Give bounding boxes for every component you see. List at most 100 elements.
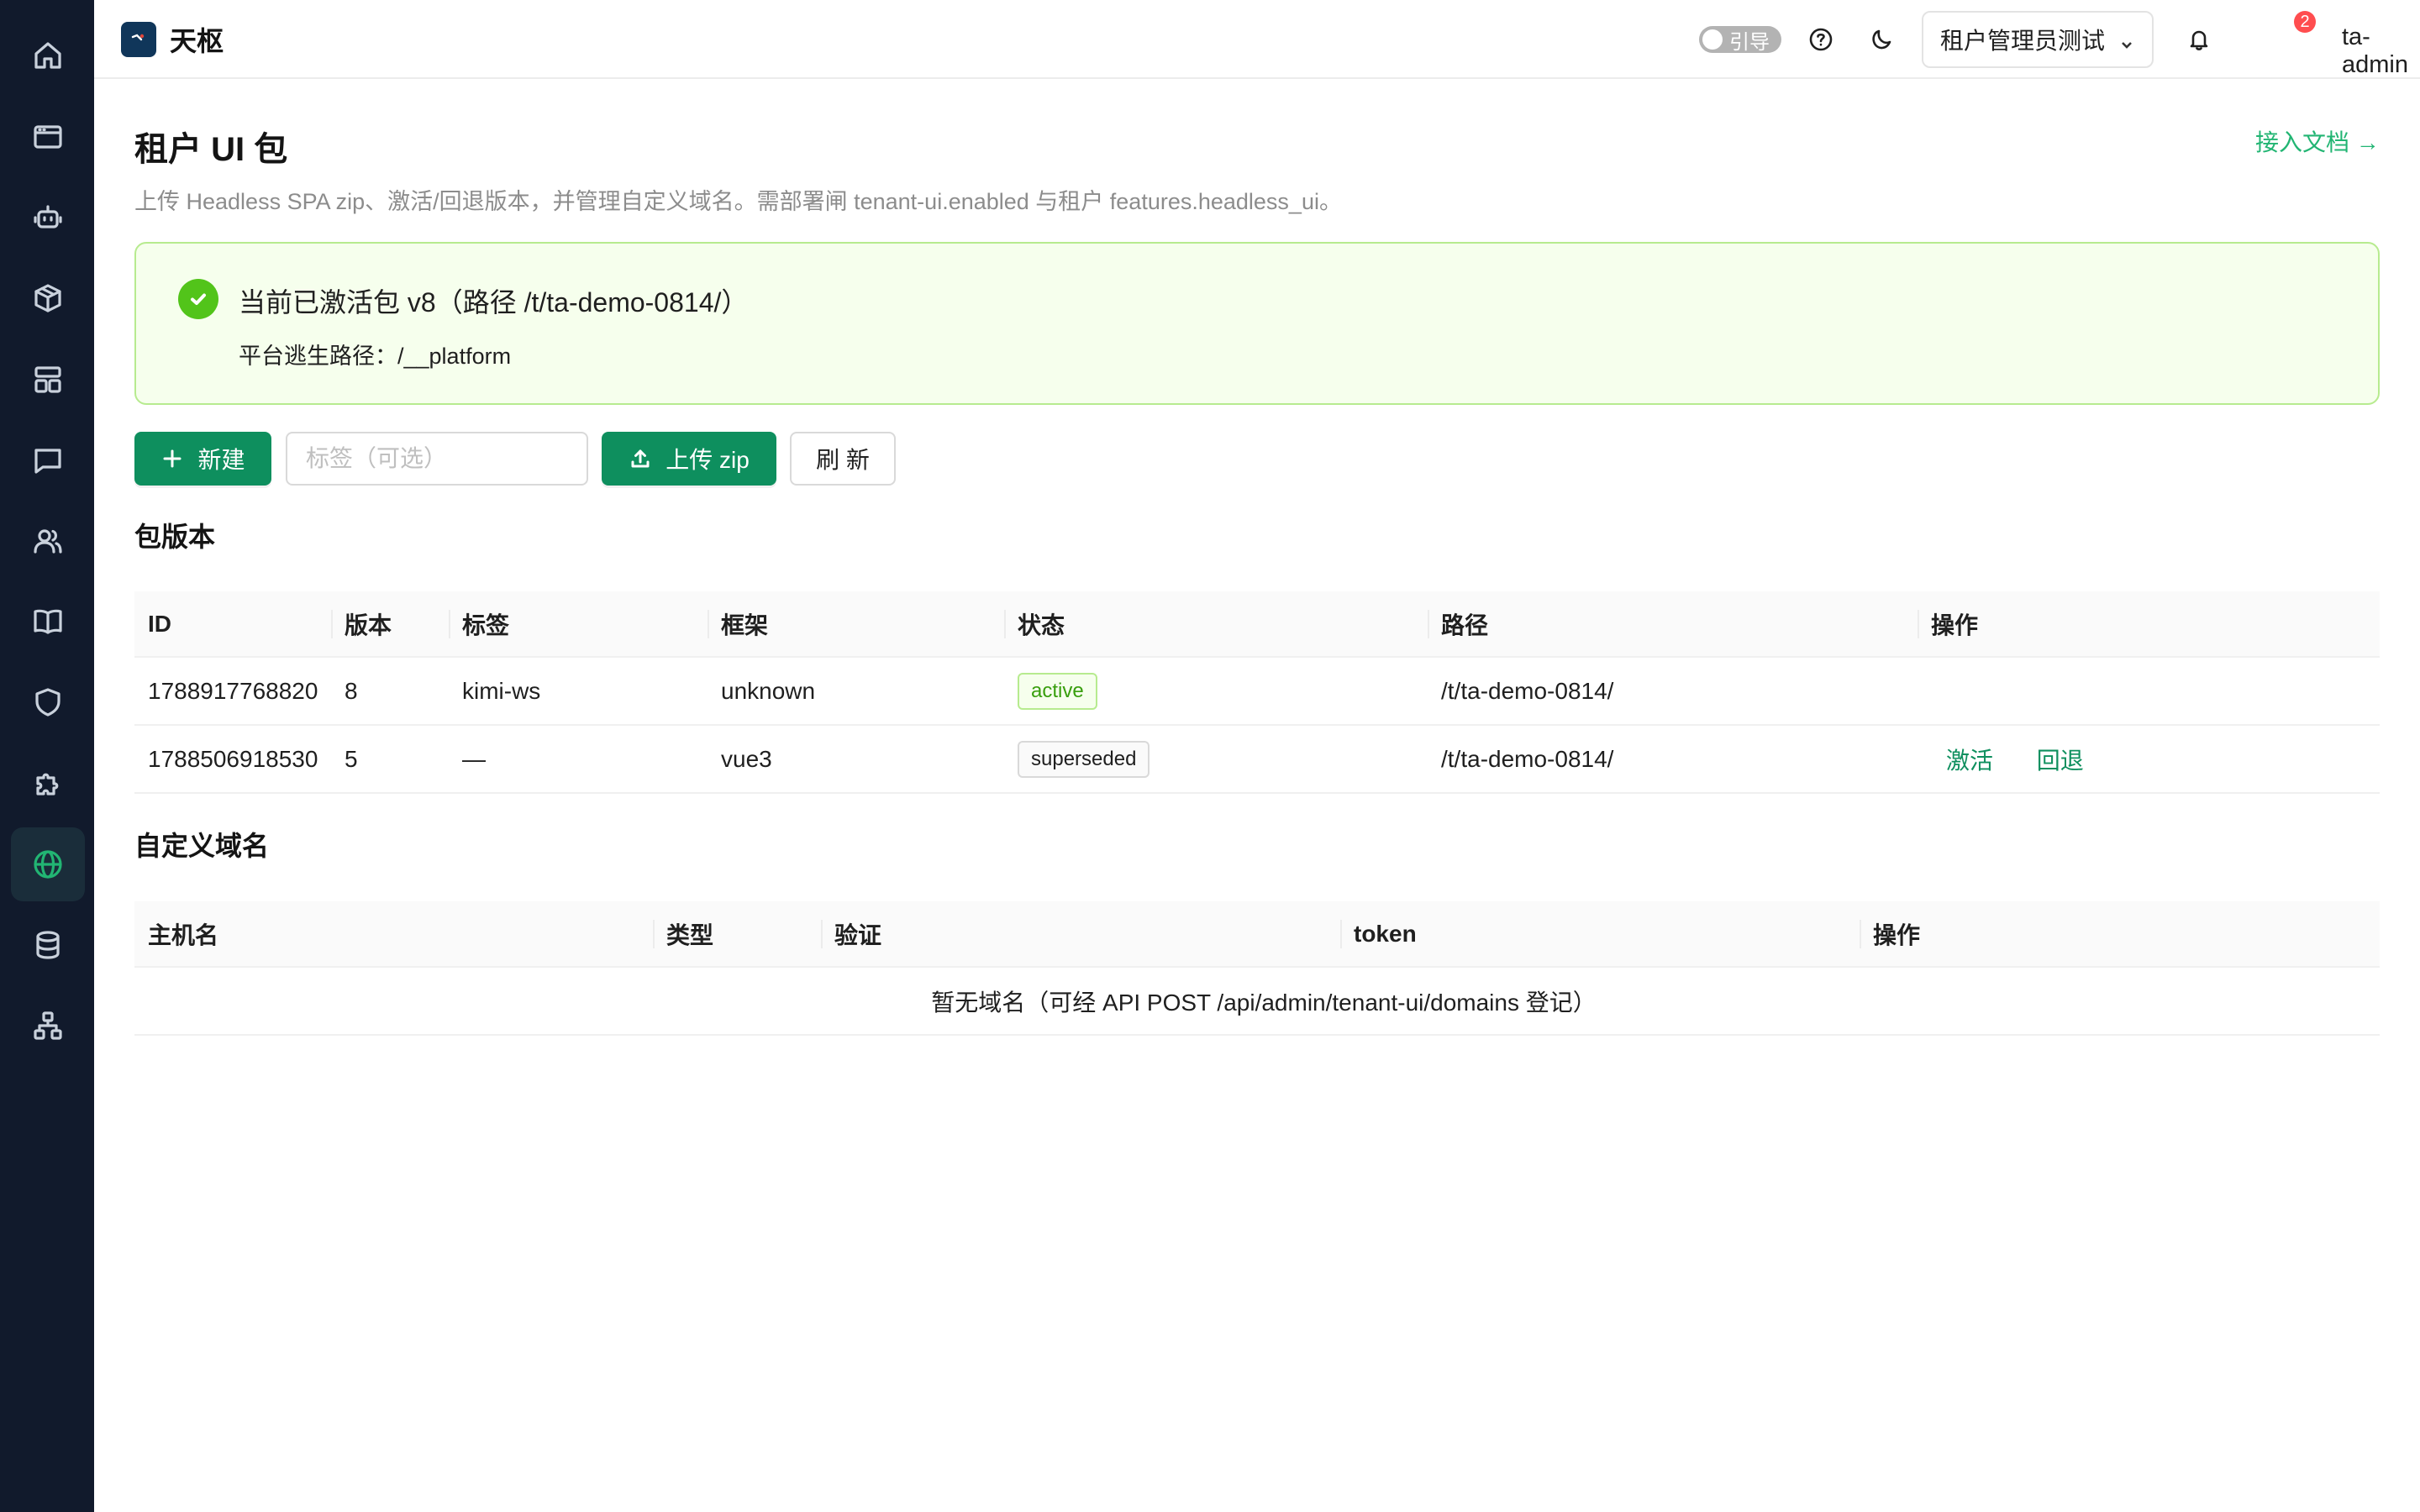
nav-database[interactable]: [11, 908, 85, 982]
plus-icon: [163, 449, 182, 468]
package-path: /t/ta-demo-0814/: [1428, 657, 1918, 726]
layout-icon: [34, 366, 61, 393]
robot-icon: [34, 205, 62, 228]
status-badge: superseded: [1018, 740, 1150, 778]
column-header: 类型: [653, 901, 821, 968]
nav-tenant-ui[interactable]: [11, 827, 85, 901]
column-header: 路径: [1428, 591, 1918, 658]
chevron-down-icon: [2118, 33, 2135, 50]
domains-section-title: 自定义域名: [134, 831, 270, 861]
tag-input[interactable]: [286, 432, 588, 486]
browser-window-icon: [34, 125, 62, 149]
notifications-button[interactable]: [2183, 24, 2215, 55]
nav-plugins[interactable]: [11, 746, 85, 820]
brand-name: 天枢: [170, 26, 224, 56]
packages-table: ID 版本 标签 框架 状态 路径 操作 1788917768820 8 kim…: [134, 591, 2380, 794]
package-framework: unknown: [708, 657, 1004, 726]
column-header: 状态: [1004, 591, 1428, 658]
nav-apps[interactable]: [11, 100, 85, 174]
shield-icon: [35, 688, 60, 717]
column-header: 版本: [331, 591, 449, 658]
tenant-select-value: 租户管理员测试: [1940, 28, 2106, 54]
package-version: 8: [331, 657, 449, 726]
column-header: 验证: [821, 901, 1340, 968]
brand-logo-icon: [121, 22, 156, 57]
package-box-icon: [34, 284, 61, 312]
refresh-button-label: 刷 新: [816, 447, 870, 473]
packages-table-header: ID 版本 标签 框架 状态 路径 操作: [134, 591, 2380, 658]
column-header: token: [1340, 901, 1860, 968]
new-button[interactable]: 新建: [134, 432, 271, 486]
page-title: 租户 UI 包: [134, 131, 288, 168]
packages-section-title: 包版本: [134, 522, 216, 552]
package-label: —: [449, 725, 708, 794]
users-icon: [34, 529, 62, 554]
refresh-button[interactable]: 刷 新: [790, 432, 896, 486]
table-row: 1788917768820 8 kimi-ws unknown active /…: [134, 657, 2380, 726]
column-header: 操作: [1860, 901, 2380, 968]
column-header: 标签: [449, 591, 708, 658]
database-icon: [36, 931, 60, 959]
home-icon: [34, 42, 61, 69]
package-status-cell: active: [1004, 657, 1428, 726]
user-menu[interactable]: ta-admin: [2342, 24, 2420, 79]
sidebar: [0, 0, 94, 1512]
page-description: 上传 Headless SPA zip、激活/回退版本，并管理自定义域名。需部署…: [134, 189, 1342, 214]
tenant-select[interactable]: 租户管理员测试: [1922, 11, 2154, 68]
theme-toggle-button[interactable]: [1865, 24, 1897, 55]
package-actions: [1918, 657, 2380, 726]
guide-toggle[interactable]: 引导: [1699, 26, 1781, 54]
upload-zip-button-label: 上传 zip: [666, 447, 750, 473]
package-actions: 激活 回退: [1918, 725, 2380, 794]
moon-icon: [1872, 29, 1891, 50]
sitemap-icon: [34, 1011, 62, 1040]
package-version: 5: [331, 725, 449, 794]
check-circle-icon: [178, 279, 218, 319]
guide-toggle-label: 引导: [1729, 30, 1770, 54]
package-id: 1788917768820: [134, 657, 331, 726]
alert-description: 平台逃生路径：/__platform: [239, 344, 512, 369]
nav-agents[interactable]: [11, 181, 85, 255]
empty-state-text: 暂无域名（可经 API POST /api/admin/tenant-ui/do…: [134, 967, 2380, 1036]
column-header: 框架: [708, 591, 1004, 658]
table-row: 1788506918530 5 — vue3 superseded /t/ta-…: [134, 725, 2380, 794]
package-path: /t/ta-demo-0814/: [1428, 725, 1918, 794]
puzzle-icon: [36, 773, 59, 795]
message-icon: [34, 449, 61, 474]
empty-row: 暂无域名（可经 API POST /api/admin/tenant-ui/do…: [134, 967, 2380, 1036]
alert-title: 当前已激活包 v8（路径 /t/ta-demo-0814/）: [239, 287, 749, 318]
nav-docs[interactable]: [11, 585, 85, 659]
notification-count-badge: 2: [2294, 11, 2316, 33]
nav-org[interactable]: [11, 989, 85, 1063]
book-icon: [34, 609, 62, 634]
bell-icon: [2190, 30, 2208, 50]
package-id: 1788506918530: [134, 725, 331, 794]
user-name: ta-admin: [2342, 24, 2408, 78]
toggle-knob: [1702, 29, 1723, 50]
package-status-cell: superseded: [1004, 725, 1428, 794]
domains-table-header: 主机名 类型 验证 token 操作: [134, 901, 2380, 968]
status-badge: active: [1018, 672, 1097, 710]
rollback-link[interactable]: 回退: [2037, 748, 2084, 774]
active-package-alert: 当前已激活包 v8（路径 /t/ta-demo-0814/） 平台逃生路径：/_…: [134, 242, 2380, 405]
activate-link[interactable]: 激活: [1946, 748, 1993, 774]
column-header: 主机名: [134, 901, 653, 968]
integration-docs-link[interactable]: 接入文档 →: [2255, 124, 2380, 158]
domains-table: 主机名 类型 验证 token 操作 暂无域名（可经 API POST /api…: [134, 901, 2380, 1036]
column-header: ID: [134, 591, 331, 658]
nav-messages[interactable]: [11, 423, 85, 497]
nav-layout[interactable]: [11, 343, 85, 417]
nav-packages[interactable]: [11, 261, 85, 335]
help-button[interactable]: [1805, 24, 1837, 55]
column-header: 操作: [1918, 591, 2380, 658]
nav-home[interactable]: [11, 18, 85, 92]
upload-icon: [631, 449, 650, 468]
globe-icon: [34, 850, 62, 879]
package-framework: vue3: [708, 725, 1004, 794]
upload-zip-button[interactable]: 上传 zip: [602, 432, 776, 486]
nav-security[interactable]: [11, 665, 85, 739]
brand[interactable]: 天枢: [121, 20, 224, 59]
new-button-label: 新建: [197, 447, 245, 473]
help-circle-icon: [1809, 28, 1833, 51]
nav-users[interactable]: [11, 504, 85, 578]
